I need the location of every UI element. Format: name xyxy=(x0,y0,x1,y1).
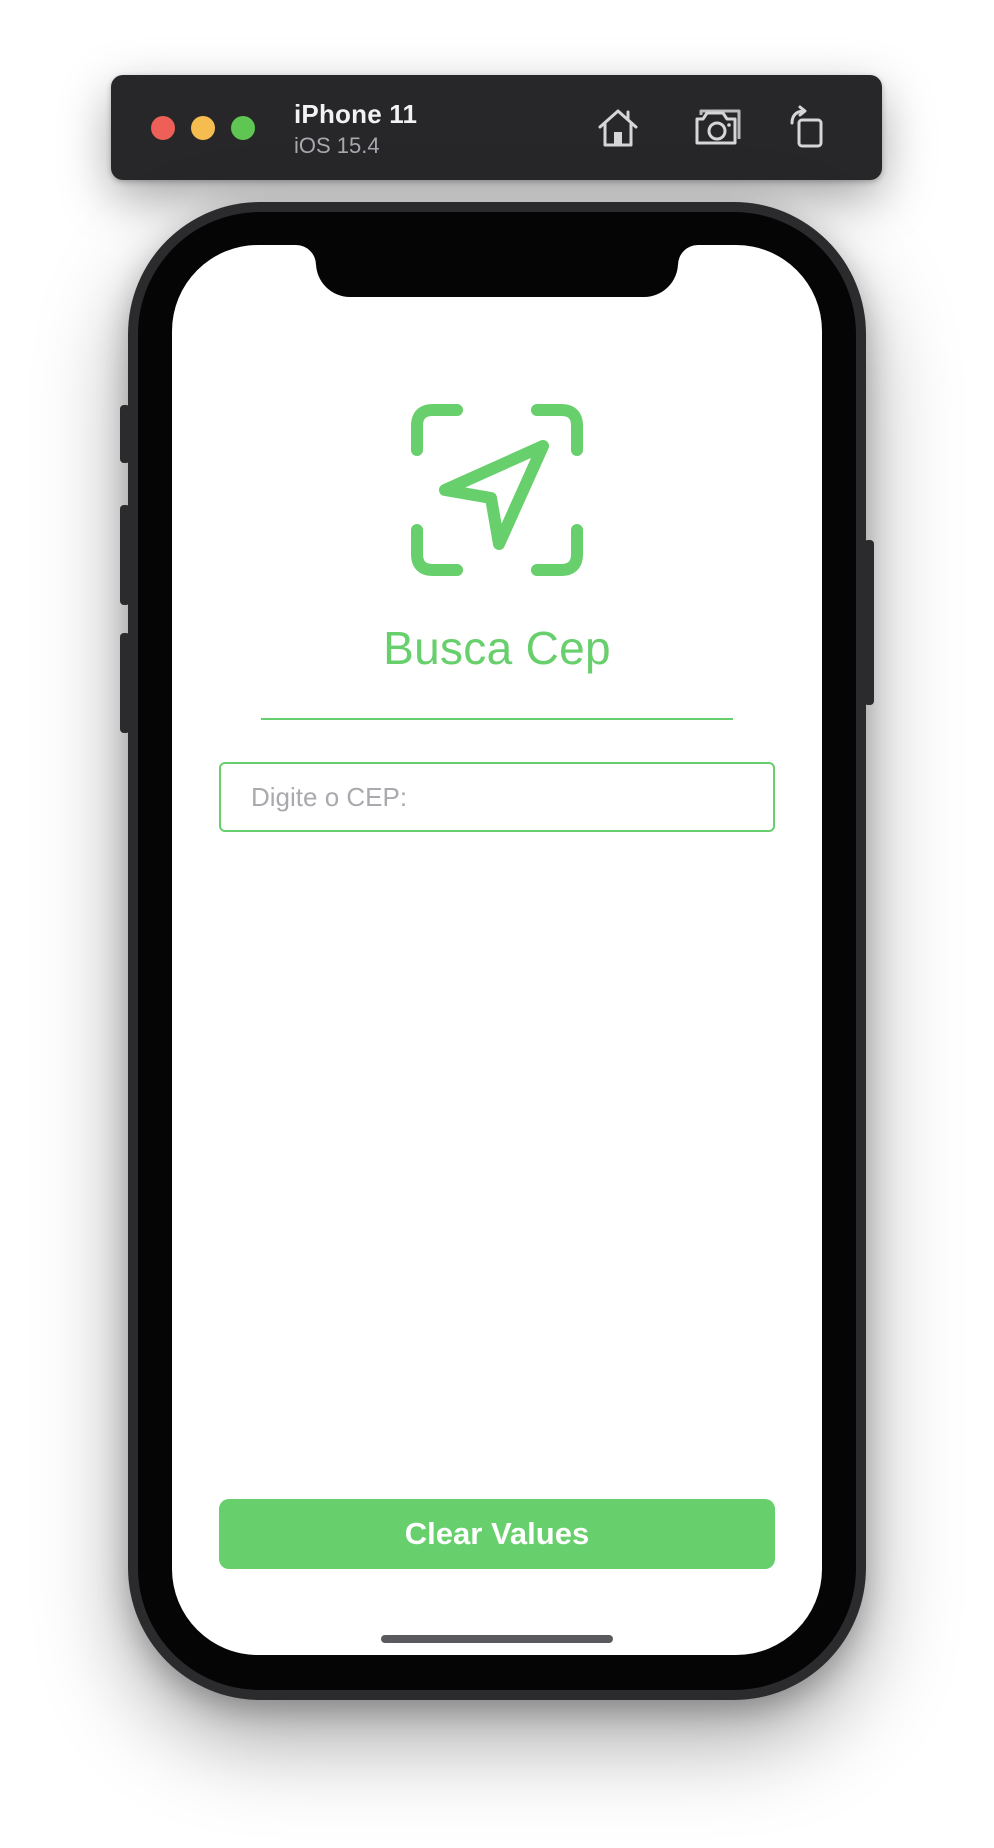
app-title: Busca Cep xyxy=(383,622,611,674)
phone-screen: Busca Cep Clear Values xyxy=(172,245,822,1655)
simulator-stage: iPhone 11 iOS 15.4 Busca Cep Digite o CE… xyxy=(0,0,994,1848)
window-minimize-button[interactable] xyxy=(191,116,215,140)
os-version: iOS 15.4 xyxy=(294,133,380,158)
clear-values-button[interactable]: Clear Values xyxy=(219,1499,775,1569)
location-arrow-scan-icon xyxy=(411,404,583,576)
device-name: iPhone 11 xyxy=(294,99,418,129)
window-zoom-button[interactable] xyxy=(231,116,255,140)
notch xyxy=(316,245,678,297)
rotate-icon[interactable] xyxy=(783,103,833,153)
cep-input[interactable] xyxy=(219,762,775,832)
home-indicator[interactable] xyxy=(381,1635,613,1643)
simulator-toolbar: iPhone 11 iOS 15.4 xyxy=(111,75,882,180)
window-close-button[interactable] xyxy=(151,116,175,140)
screenshot-icon[interactable] xyxy=(693,103,743,153)
title-divider xyxy=(261,718,733,720)
home-icon[interactable] xyxy=(593,103,643,153)
